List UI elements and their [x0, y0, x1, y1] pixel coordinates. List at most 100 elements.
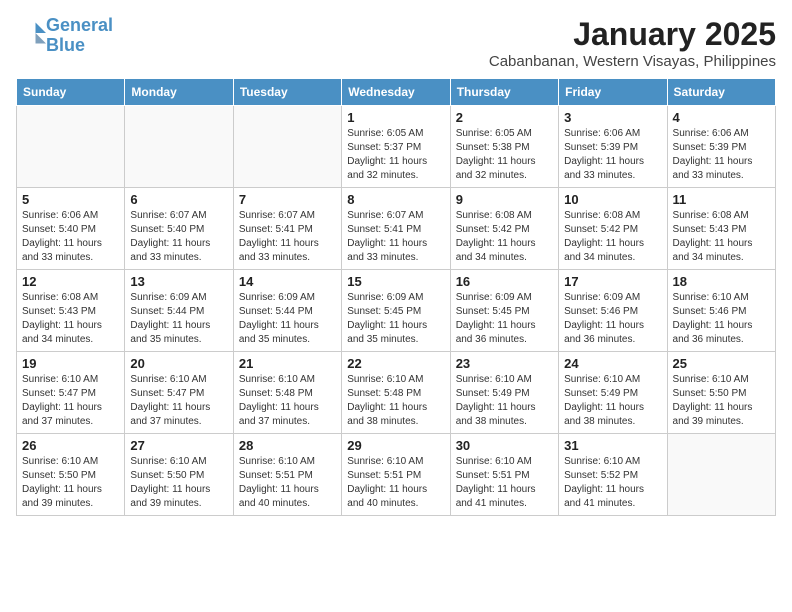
- cell-info-text: Sunrise: 6:09 AM Sunset: 5:44 PM Dayligh…: [130, 291, 227, 347]
- calendar-cell: 31 Sunrise: 6:10 AM Sunset: 5:52 PM Dayli…: [559, 434, 667, 516]
- cell-info-text: Sunrise: 6:10 AM Sunset: 5:50 PM Dayligh…: [673, 373, 770, 429]
- cell-day-number: 22: [347, 356, 444, 371]
- cell-info-text: Sunrise: 6:10 AM Sunset: 5:49 PM Dayligh…: [564, 373, 661, 429]
- cell-info-text: Sunrise: 6:10 AM Sunset: 5:50 PM Dayligh…: [22, 455, 119, 511]
- cell-day-number: 25: [673, 356, 770, 371]
- cell-info-text: Sunrise: 6:07 AM Sunset: 5:40 PM Dayligh…: [130, 209, 227, 265]
- logo-general: General: [46, 15, 113, 35]
- calendar-cell: 21 Sunrise: 6:10 AM Sunset: 5:48 PM Dayli…: [233, 352, 341, 434]
- cell-day-number: 26: [22, 438, 119, 453]
- cell-day-number: 21: [239, 356, 336, 371]
- calendar-cell: 9Sunrise: 6:08 AM Sunset: 5:42 PM Daylig…: [450, 188, 558, 270]
- cell-info-text: Sunrise: 6:08 AM Sunset: 5:42 PM Dayligh…: [564, 209, 661, 265]
- cell-info-text: Sunrise: 6:05 AM Sunset: 5:37 PM Dayligh…: [347, 127, 444, 183]
- cell-info-text: Sunrise: 6:08 AM Sunset: 5:43 PM Dayligh…: [673, 209, 770, 265]
- logo: General Blue: [16, 16, 113, 56]
- calendar-body: 1 Sunrise: 6:05 AM Sunset: 5:37 PM Daylig…: [17, 106, 776, 516]
- cell-day-number: 14: [239, 274, 336, 289]
- calendar-cell: 5 Sunrise: 6:06 AM Sunset: 5:40 PM Daylig…: [17, 188, 125, 270]
- calendar-week-row: 5 Sunrise: 6:06 AM Sunset: 5:40 PM Daylig…: [17, 188, 776, 270]
- cell-day-number: 31: [564, 438, 661, 453]
- cell-info-text: Sunrise: 6:10 AM Sunset: 5:51 PM Dayligh…: [239, 455, 336, 511]
- calendar-cell: 13 Sunrise: 6:09 AM Sunset: 5:44 PM Dayli…: [125, 270, 233, 352]
- calendar-cell: 12Sunrise: 6:08 AM Sunset: 5:43 PM Dayli…: [17, 270, 125, 352]
- calendar-cell: [667, 434, 775, 516]
- logo-text: General Blue: [46, 16, 113, 56]
- calendar-cell: 3 Sunrise: 6:06 AM Sunset: 5:39 PM Daylig…: [559, 106, 667, 188]
- cell-day-number: 23: [456, 356, 553, 371]
- cell-day-number: 17: [564, 274, 661, 289]
- cell-day-number: 18: [673, 274, 770, 289]
- weekday-header: Saturday: [667, 79, 775, 106]
- cell-day-number: 12: [22, 274, 119, 289]
- calendar-cell: 19 Sunrise: 6:10 AM Sunset: 5:47 PM Dayli…: [17, 352, 125, 434]
- cell-day-number: 16: [456, 274, 553, 289]
- cell-info-text: Sunrise: 6:10 AM Sunset: 5:48 PM Dayligh…: [347, 373, 444, 429]
- calendar-week-row: 1 Sunrise: 6:05 AM Sunset: 5:37 PM Daylig…: [17, 106, 776, 188]
- cell-info-text: Sunrise: 6:06 AM Sunset: 5:39 PM Dayligh…: [673, 127, 770, 183]
- cell-info-text: Sunrise: 6:08 AM Sunset: 5:42 PM Dayligh…: [456, 209, 553, 265]
- cell-day-number: 15: [347, 274, 444, 289]
- weekday-header: Sunday: [17, 79, 125, 106]
- cell-info-text: Sunrise: 6:10 AM Sunset: 5:51 PM Dayligh…: [347, 455, 444, 511]
- calendar-title: January 2025: [489, 16, 776, 53]
- calendar-cell: 6Sunrise: 6:07 AM Sunset: 5:40 PM Daylig…: [125, 188, 233, 270]
- cell-info-text: Sunrise: 6:10 AM Sunset: 5:49 PM Dayligh…: [456, 373, 553, 429]
- calendar-cell: 22 Sunrise: 6:10 AM Sunset: 5:48 PM Dayli…: [342, 352, 450, 434]
- cell-day-number: 11: [673, 192, 770, 207]
- cell-day-number: 2: [456, 110, 553, 125]
- cell-day-number: 20: [130, 356, 227, 371]
- calendar-cell: 26 Sunrise: 6:10 AM Sunset: 5:50 PM Dayli…: [17, 434, 125, 516]
- cell-info-text: Sunrise: 6:06 AM Sunset: 5:40 PM Dayligh…: [22, 209, 119, 265]
- calendar-cell: 17 Sunrise: 6:09 AM Sunset: 5:46 PM Dayli…: [559, 270, 667, 352]
- cell-info-text: Sunrise: 6:10 AM Sunset: 5:47 PM Dayligh…: [130, 373, 227, 429]
- calendar-cell: 7Sunrise: 6:07 AM Sunset: 5:41 PM Daylig…: [233, 188, 341, 270]
- cell-day-number: 10: [564, 192, 661, 207]
- cell-info-text: Sunrise: 6:06 AM Sunset: 5:39 PM Dayligh…: [564, 127, 661, 183]
- calendar-cell: 23 Sunrise: 6:10 AM Sunset: 5:49 PM Dayli…: [450, 352, 558, 434]
- cell-info-text: Sunrise: 6:10 AM Sunset: 5:52 PM Dayligh…: [564, 455, 661, 511]
- cell-day-number: 7: [239, 192, 336, 207]
- calendar-cell: 24Sunrise: 6:10 AM Sunset: 5:49 PM Dayli…: [559, 352, 667, 434]
- page-header: General Blue January 2025 Cabanbanan, We…: [16, 16, 776, 70]
- cell-day-number: 29: [347, 438, 444, 453]
- cell-day-number: 5: [22, 192, 119, 207]
- weekday-header: Wednesday: [342, 79, 450, 106]
- calendar-cell: 10 Sunrise: 6:08 AM Sunset: 5:42 PM Dayli…: [559, 188, 667, 270]
- cell-info-text: Sunrise: 6:10 AM Sunset: 5:47 PM Dayligh…: [22, 373, 119, 429]
- cell-day-number: 1: [347, 110, 444, 125]
- weekday-header: Friday: [559, 79, 667, 106]
- calendar-cell: 27 Sunrise: 6:10 AM Sunset: 5:50 PM Dayli…: [125, 434, 233, 516]
- cell-info-text: Sunrise: 6:10 AM Sunset: 5:51 PM Dayligh…: [456, 455, 553, 511]
- calendar-subtitle: Cabanbanan, Western Visayas, Philippines: [489, 53, 776, 70]
- logo-blue: Blue: [46, 35, 85, 55]
- calendar-cell: 18Sunrise: 6:10 AM Sunset: 5:46 PM Dayli…: [667, 270, 775, 352]
- cell-info-text: Sunrise: 6:10 AM Sunset: 5:48 PM Dayligh…: [239, 373, 336, 429]
- cell-day-number: 19: [22, 356, 119, 371]
- cell-info-text: Sunrise: 6:09 AM Sunset: 5:46 PM Dayligh…: [564, 291, 661, 347]
- calendar-header: SundayMondayTuesdayWednesdayThursdayFrid…: [17, 79, 776, 106]
- cell-info-text: Sunrise: 6:05 AM Sunset: 5:38 PM Dayligh…: [456, 127, 553, 183]
- cell-info-text: Sunrise: 6:10 AM Sunset: 5:50 PM Dayligh…: [130, 455, 227, 511]
- calendar-cell: 15Sunrise: 6:09 AM Sunset: 5:45 PM Dayli…: [342, 270, 450, 352]
- calendar-cell: 4Sunrise: 6:06 AM Sunset: 5:39 PM Daylig…: [667, 106, 775, 188]
- cell-day-number: 8: [347, 192, 444, 207]
- weekday-row: SundayMondayTuesdayWednesdayThursdayFrid…: [17, 79, 776, 106]
- calendar-cell: 16 Sunrise: 6:09 AM Sunset: 5:45 PM Dayli…: [450, 270, 558, 352]
- title-block: January 2025 Cabanbanan, Western Visayas…: [489, 16, 776, 70]
- weekday-header: Monday: [125, 79, 233, 106]
- weekday-header: Tuesday: [233, 79, 341, 106]
- calendar-cell: 11 Sunrise: 6:08 AM Sunset: 5:43 PM Dayli…: [667, 188, 775, 270]
- cell-day-number: 27: [130, 438, 227, 453]
- cell-info-text: Sunrise: 6:09 AM Sunset: 5:45 PM Dayligh…: [456, 291, 553, 347]
- calendar-cell: [233, 106, 341, 188]
- calendar-week-row: 26 Sunrise: 6:10 AM Sunset: 5:50 PM Dayli…: [17, 434, 776, 516]
- cell-day-number: 13: [130, 274, 227, 289]
- calendar-table: SundayMondayTuesdayWednesdayThursdayFrid…: [16, 78, 776, 516]
- logo-icon: [18, 19, 46, 47]
- calendar-cell: [125, 106, 233, 188]
- calendar-cell: 1 Sunrise: 6:05 AM Sunset: 5:37 PM Daylig…: [342, 106, 450, 188]
- calendar-cell: 25 Sunrise: 6:10 AM Sunset: 5:50 PM Dayli…: [667, 352, 775, 434]
- cell-info-text: Sunrise: 6:07 AM Sunset: 5:41 PM Dayligh…: [347, 209, 444, 265]
- cell-day-number: 3: [564, 110, 661, 125]
